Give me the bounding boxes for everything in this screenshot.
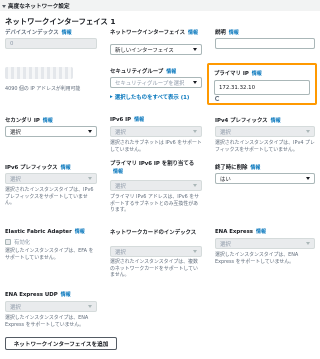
efa-help: 選択したインスタンスタイプは、EFA をサポートしていません。 — [5, 248, 94, 261]
caret-down-icon — [2, 4, 6, 8]
ipv6-ip-select: 選択 — [110, 126, 202, 137]
network-interface-label: ネットワークインターフェイス 情報 — [110, 30, 198, 36]
device-index-info-link[interactable]: 情報 — [62, 30, 72, 36]
ena-express-info-link[interactable]: 情報 — [256, 229, 266, 235]
ena-express-udp-info-link[interactable]: 情報 — [61, 292, 71, 298]
ipv4-prefix-select: 選択 — [215, 126, 315, 137]
network-interface-info-link[interactable]: 情報 — [188, 30, 198, 36]
ena-express-udp-help: 選択したインスタンスタイプは、ENA Express をサポートしていません。 — [5, 315, 89, 328]
ena-express-help: 選択したインスタンスタイプは、ENA Express をサポートしていません。 — [215, 252, 299, 265]
primary-ipv6-label: プライマリ IPv6 IP を割り当てる情報 — [110, 161, 195, 176]
security-group-label: セキュリティグループ 情報 — [110, 69, 177, 75]
delete-on-termination-label: 終了時に削除 情報 — [215, 165, 261, 171]
dropdown-caret-icon — [193, 81, 197, 84]
ipv4-prefix-info-link[interactable]: 情報 — [271, 118, 281, 124]
dropdown-caret-icon — [193, 250, 197, 253]
advanced-settings-header[interactable]: 高度なネットワーク設定 — [0, 0, 320, 11]
checkbox-icon — [5, 239, 11, 245]
ipv4-prefix-help: 選択されたインスタンスタイプは、IPv4 プレフィックスをサポートしていません。 — [215, 140, 315, 153]
primary-ip-info-link[interactable]: 情報 — [252, 71, 262, 77]
dropdown-caret-icon — [306, 130, 310, 133]
chevron-right-icon: ▸ — [110, 94, 113, 100]
dropdown-caret-icon — [306, 177, 310, 180]
ena-express-select: 選択 — [215, 238, 315, 249]
dropdown-caret-icon — [193, 130, 197, 133]
dropdown-caret-icon — [306, 242, 310, 245]
subnet-help: 4090 個の IP アドレスが利用可能 — [5, 86, 81, 92]
description-label: 説明 情報 — [215, 30, 239, 36]
description-input[interactable] — [215, 38, 315, 49]
ipv6-prefix-label: IPv6 プレフィックス 情報 — [5, 165, 71, 171]
dropdown-caret-icon — [193, 48, 197, 51]
add-network-interface-button[interactable]: ネットワークインターフェイスを追加 — [5, 337, 117, 350]
dropdown-caret-icon — [88, 305, 92, 308]
device-index-label: デバイスインデックス 情報 — [5, 30, 72, 36]
secondary-ip-select[interactable]: 選択 — [5, 126, 97, 137]
section-title: ネットワークインターフェイス 1 — [5, 17, 116, 26]
secondary-ip-label: セカンダリ IP 情報 — [5, 118, 53, 124]
ena-express-udp-select: 選択 — [5, 301, 97, 312]
primary-ipv6-select: 選択 — [110, 180, 202, 191]
ena-express-udp-label: ENA Express UDP 情報 — [5, 292, 71, 298]
dropdown-caret-icon — [88, 177, 92, 180]
secondary-ip-info-link[interactable]: 情報 — [43, 118, 53, 124]
ipv6-prefix-select: 選択 — [5, 173, 97, 184]
security-group-select[interactable]: セキュリティグループを選択 — [110, 77, 202, 88]
description-info-link[interactable]: 情報 — [229, 30, 239, 36]
network-interface-select[interactable]: 新しいインターフェイス — [110, 44, 202, 55]
ipv6-ip-help: 選択されたサブネットは IPv6 をサポートしていません。 — [110, 140, 202, 153]
primary-ipv6-info-link[interactable]: 情報 — [113, 169, 123, 175]
network-card-index-label: ネットワークカードのインデックス — [110, 230, 197, 236]
advanced-settings-toggle[interactable]: 高度なネットワーク設定 — [2, 2, 70, 10]
subnet-redacted — [5, 67, 73, 79]
primary-ipv6-help: プライマリ IPv6 アドレスは、IPv6 をサポートするサブネットとのみ互換性… — [110, 194, 200, 214]
dropdown-caret-icon — [193, 184, 197, 187]
ipv4-prefix-label: IPv4 プレフィックス 情報 — [215, 118, 281, 124]
advanced-settings-label: 高度なネットワーク設定 — [8, 4, 70, 10]
primary-ip-input[interactable]: 172.31.32.10 — [214, 80, 310, 95]
delete-on-termination-select[interactable]: はい — [215, 173, 315, 184]
ena-express-label: ENA Express 情報 — [215, 229, 267, 235]
efa-info-link[interactable]: 情報 — [75, 229, 85, 235]
delete-on-termination-info-link[interactable]: 情報 — [250, 165, 260, 171]
ipv6-ip-label: IPv6 IP 情報 — [110, 117, 145, 123]
device-index-input[interactable]: 0 — [5, 38, 97, 49]
security-group-info-link[interactable]: 情報 — [166, 69, 176, 75]
network-card-index-help: 選択されたインスタンスタイプは、複数のネットワークカードをサポートしていません。 — [110, 259, 198, 279]
dropdown-caret-icon — [88, 130, 92, 133]
loading-spinner-icon — [215, 96, 223, 101]
ipv6-prefix-info-link[interactable]: 情報 — [61, 165, 71, 171]
efa-checkbox: 有効化 — [5, 238, 30, 246]
efa-label: Elastic Fabric Adapter 情報 — [5, 229, 85, 235]
show-selected-link[interactable]: ▸ 選択したものをすべて表示 (1) — [110, 93, 189, 101]
primary-ip-label: プライマリ IP 情報 — [214, 71, 262, 77]
network-card-index-select: 選択 — [110, 246, 202, 257]
ipv6-prefix-help: 選択されたインスタンスタイプは、IPv6 プレフィックスをサポートしていません。 — [5, 187, 94, 207]
ipv6-ip-info-link[interactable]: 情報 — [134, 117, 144, 123]
